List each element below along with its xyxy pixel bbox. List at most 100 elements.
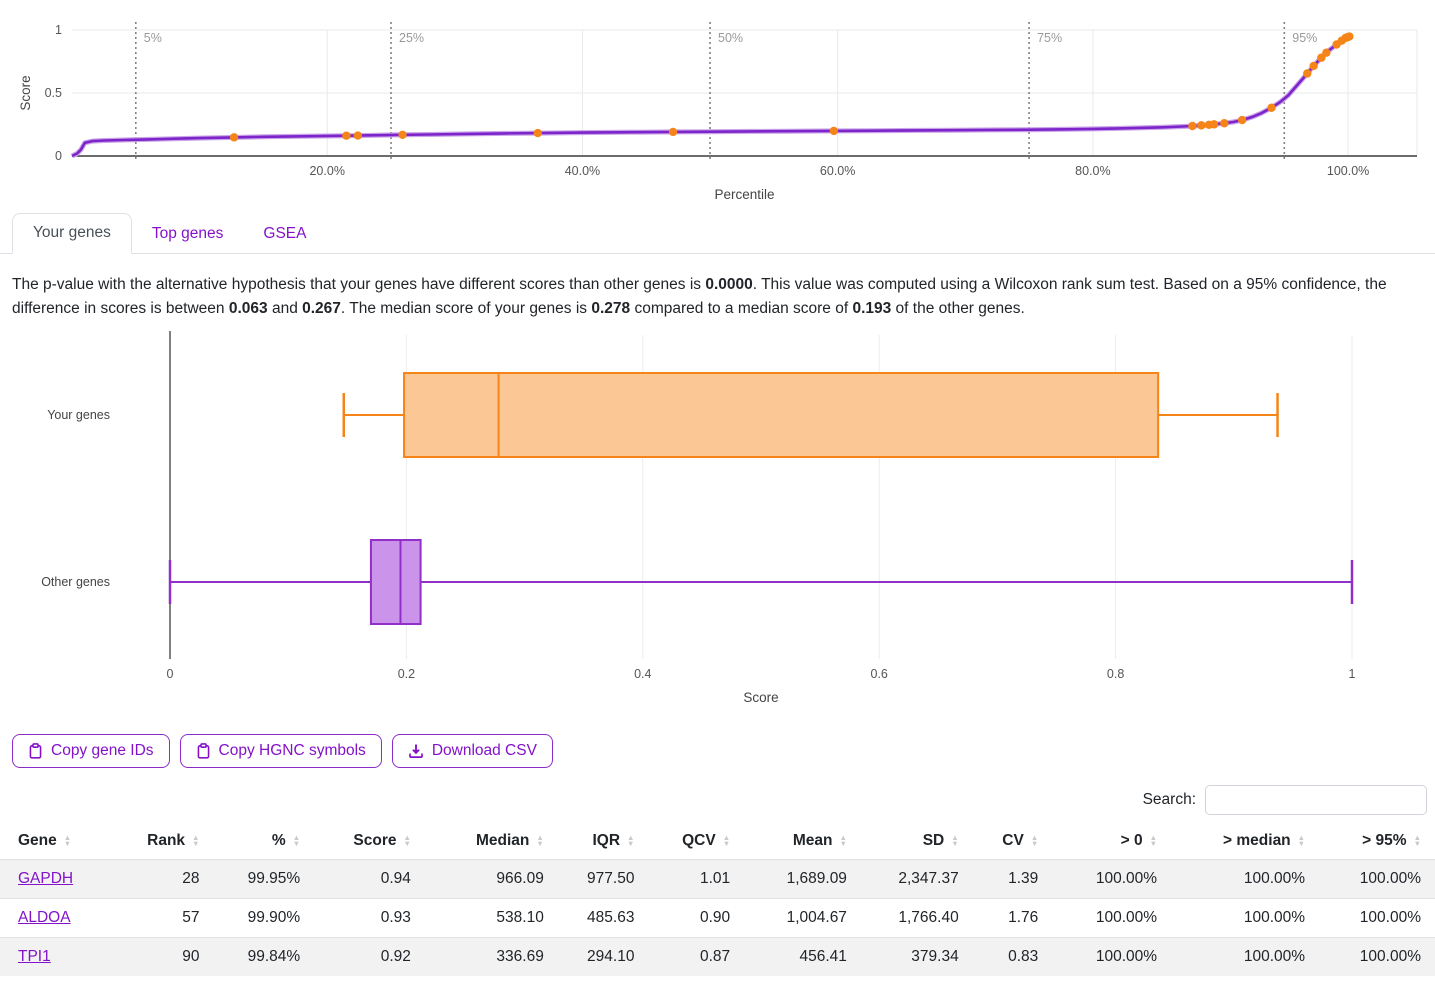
column-header-median[interactable]: Median▲▼ [425, 825, 558, 860]
column-header-median[interactable]: > median▲▼ [1171, 825, 1319, 860]
summary-fragment: . The median score of your genes is [341, 300, 591, 317]
copy-hgnc-symbols-button[interactable]: Copy HGNC symbols [180, 734, 382, 768]
summary-value: 0.063 [229, 300, 268, 317]
column-header-95[interactable]: > 95%▲▼ [1319, 825, 1435, 860]
table-cell: 1.39 [973, 860, 1053, 899]
column-header-label: % [272, 832, 286, 849]
column-header-label: CV [1002, 832, 1024, 849]
box-x-tick-label: 0 [167, 667, 174, 681]
sort-icon: ▲▼ [293, 835, 300, 847]
summary-fragment: compared to a median score of [630, 300, 852, 317]
column-header-label: Mean [793, 832, 833, 849]
table-cell: 1.76 [973, 899, 1053, 938]
percentile-rule-label: 75% [1037, 31, 1062, 45]
table-cell: 100.00% [1171, 899, 1319, 938]
table-cell: 485.63 [558, 899, 649, 938]
column-header-mean[interactable]: Mean▲▼ [744, 825, 861, 860]
summary-value: 0.278 [591, 300, 630, 317]
table-cell: 100.00% [1319, 860, 1435, 899]
y-axis-title: Score [18, 75, 33, 110]
box-x-tick-label: 0.8 [1107, 667, 1124, 681]
table-row-tpi1: TPI19099.84%0.92336.69294.100.87456.4137… [0, 938, 1435, 977]
box-x-tick-label: 0.6 [871, 667, 888, 681]
table-cell: 100.00% [1052, 938, 1171, 977]
sort-icon: ▲▼ [64, 835, 71, 847]
table-cell: 28 [133, 860, 214, 899]
search-label: Search: [1143, 791, 1196, 809]
y-tick-label: 0 [55, 149, 62, 163]
table-cell: 0.87 [648, 938, 744, 977]
gene-link-aldoa[interactable]: ALDOA [18, 909, 71, 926]
table-cell: 0.90 [648, 899, 744, 938]
copy-gene-ids-button[interactable]: Copy gene IDs [12, 734, 170, 768]
download-csv-button[interactable]: Download CSV [392, 734, 553, 768]
tab-your-genes[interactable]: Your genes [12, 213, 132, 254]
iqr-box [404, 373, 1158, 457]
your-gene-point [342, 132, 350, 140]
summary-value: 0.0000 [705, 276, 752, 293]
table-cell: 1,004.67 [744, 899, 861, 938]
summary-fragment: The p-value with the alternative hypothe… [12, 276, 705, 293]
box-your-genes [344, 373, 1278, 457]
x-tick-label: 80.0% [1075, 164, 1110, 178]
table-cell: 99.95% [213, 860, 314, 899]
your-gene-point [1309, 62, 1317, 70]
x-tick-label: 100.0% [1327, 164, 1369, 178]
search-input[interactable] [1205, 785, 1427, 815]
column-header-0[interactable]: > 0 ▲▼ [1052, 825, 1171, 860]
gene-link-tpi1[interactable]: TPI1 [18, 948, 51, 965]
table-cell: 1,766.40 [861, 899, 973, 938]
tab-gsea[interactable]: GSEA [243, 215, 326, 254]
table-cell: 57 [133, 899, 214, 938]
table-cell: 100.00% [1171, 860, 1319, 899]
table-cell: 977.50 [558, 860, 649, 899]
table-cell: 1.01 [648, 860, 744, 899]
column-header-label: > median [1223, 832, 1291, 849]
sort-icon: ▲▼ [723, 835, 730, 847]
x-axis-title: Percentile [714, 187, 774, 202]
search-row: Search: [0, 785, 1427, 815]
sort-icon: ▲▼ [627, 835, 634, 847]
sort-icon: ▲▼ [1150, 835, 1157, 847]
table-cell: 100.00% [1171, 938, 1319, 977]
column-header-label: > 0 [1121, 832, 1143, 849]
column-header-gene[interactable]: Gene▲▼ [0, 825, 133, 860]
column-header-cv[interactable]: CV▲▼ [973, 825, 1053, 860]
tab-top-genes[interactable]: Top genes [132, 215, 244, 254]
table-cell: 90 [133, 938, 214, 977]
table-cell: 100.00% [1319, 938, 1435, 977]
your-gene-point [230, 133, 238, 141]
y-tick-label: 0.5 [45, 86, 62, 100]
sort-icon: ▲▼ [192, 835, 199, 847]
table-cell: 2,347.37 [861, 860, 973, 899]
summary-value: 0.267 [302, 300, 341, 317]
table-cell: 99.84% [213, 938, 314, 977]
x-tick-label: 40.0% [565, 164, 600, 178]
table-cell: 966.09 [425, 860, 558, 899]
box-category-label: Your genes [47, 408, 110, 422]
column-header-score[interactable]: Score▲▼ [314, 825, 425, 860]
score-curve [72, 36, 1351, 156]
column-header-[interactable]: % ▲▼ [213, 825, 314, 860]
column-header-label: Score [353, 832, 396, 849]
table-cell: 0.92 [314, 938, 425, 977]
x-tick-label: 60.0% [820, 164, 855, 178]
table-cell: 0.83 [973, 938, 1053, 977]
your-gene-point [1345, 32, 1353, 40]
table-cell: 294.10 [558, 938, 649, 977]
summary-fragment: and [268, 300, 302, 317]
tab-bar: Your genesTop genesGSEA [0, 213, 1435, 254]
box-x-tick-label: 0.2 [398, 667, 415, 681]
table-cell: 100.00% [1052, 860, 1171, 899]
table-cell: 100.00% [1319, 899, 1435, 938]
column-header-sd[interactable]: SD▲▼ [861, 825, 973, 860]
column-header-qcv[interactable]: QCV▲▼ [648, 825, 744, 860]
gene-link-gapdh[interactable]: GAPDH [18, 870, 73, 887]
column-header-rank[interactable]: Rank▲▼ [133, 825, 214, 860]
your-gene-point [534, 129, 542, 137]
your-gene-point [1322, 48, 1330, 56]
column-header-iqr[interactable]: IQR▲▼ [558, 825, 649, 860]
table-cell: 379.34 [861, 938, 973, 977]
table-cell: 0.94 [314, 860, 425, 899]
your-gene-point [354, 131, 362, 139]
